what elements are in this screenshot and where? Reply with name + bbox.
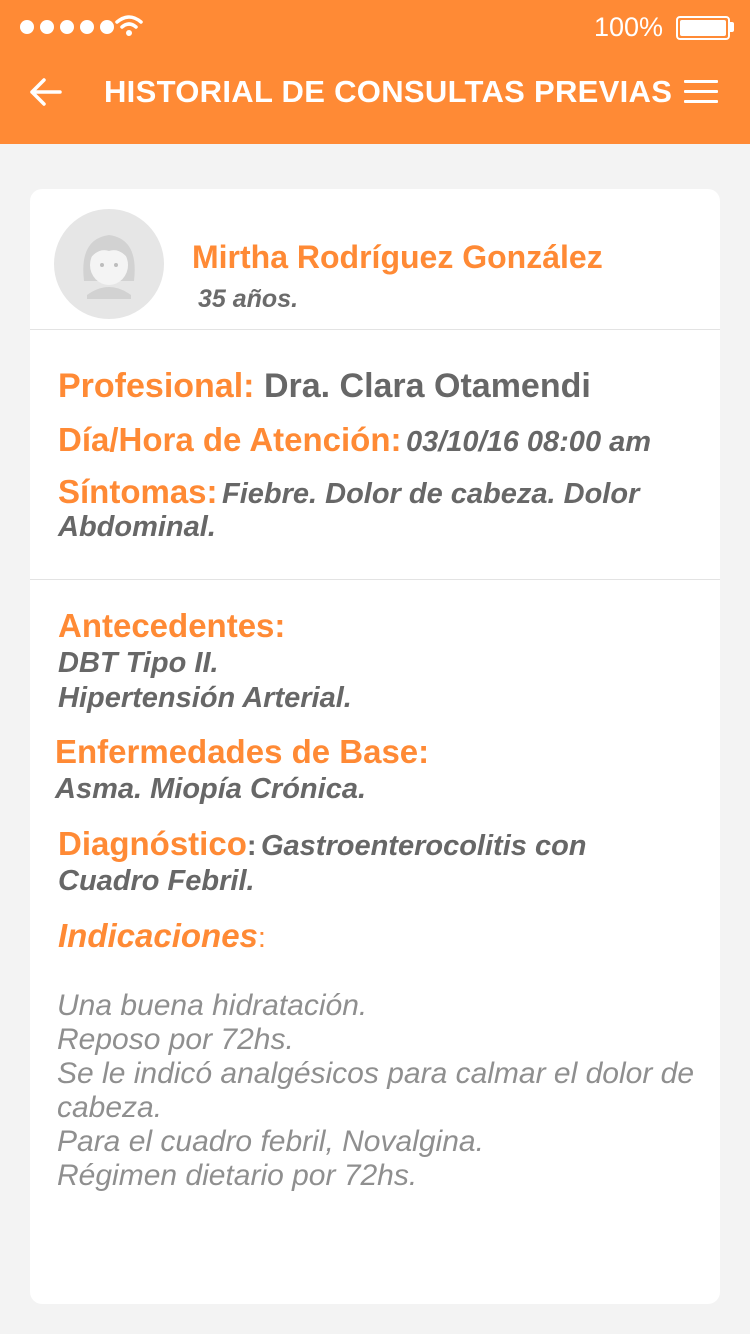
diagnostico-colon: : bbox=[246, 830, 257, 862]
battery-icon bbox=[676, 16, 730, 40]
diagnostico-label: Diagnóstico bbox=[58, 825, 247, 862]
nav-bar: HISTORIAL DE CONSULTAS PREVIAS bbox=[0, 56, 750, 144]
indicacion-item: Régimen dietario por 72hs. bbox=[57, 1159, 418, 1192]
status-bar: 100% bbox=[0, 0, 750, 56]
patient-name: Mirtha Rodríguez González bbox=[192, 239, 603, 275]
diagnostico-value-cont: Cuadro Febril. bbox=[58, 865, 255, 897]
female-avatar-icon bbox=[54, 209, 164, 319]
arrow-left-icon[interactable] bbox=[26, 72, 66, 112]
indicaciones-label: Indicaciones bbox=[58, 917, 258, 954]
symptoms-label: Síntomas: bbox=[58, 473, 218, 510]
enfermedades-label: Enfermedades de Base: bbox=[55, 733, 430, 770]
enfermedades-value: Asma. Miopía Crónica. bbox=[55, 773, 367, 805]
symptoms-value-cont: Abdominal. bbox=[58, 511, 216, 543]
antecedentes-item: DBT Tipo II. bbox=[58, 647, 219, 679]
professional-value: Dra. Clara Otamendi bbox=[263, 367, 591, 405]
datetime-value: 03/10/16 08:00 am bbox=[405, 426, 652, 458]
indicaciones-colon: : bbox=[257, 922, 266, 954]
symptoms-row: Síntomas: Fiebre. Dolor de cabeza. Dolor bbox=[58, 473, 639, 511]
patient-age: 35 años. bbox=[198, 285, 299, 313]
professional-row: Profesional: Dra. Clara Otamendi bbox=[58, 367, 591, 406]
app-header: 100% HISTORIAL DE CONSULTAS PREVIAS bbox=[0, 0, 750, 144]
datetime-row: Día/Hora de Atención: 03/10/16 08:00 am bbox=[58, 421, 651, 459]
diagnostico-row: Diagnóstico: Gastroenterocolitis con bbox=[58, 825, 587, 863]
antecedentes-item: Hipertensión Arterial. bbox=[58, 682, 352, 714]
divider bbox=[30, 329, 720, 330]
battery-tip bbox=[730, 22, 734, 32]
wifi-icon bbox=[115, 15, 143, 36]
indicacion-item: Se le indicó analgésicos para calmar el … bbox=[57, 1057, 695, 1124]
signal-strength-icon bbox=[20, 20, 114, 34]
divider bbox=[30, 579, 720, 580]
indicacion-item: Una buena hidratación. bbox=[57, 989, 368, 1022]
professional-label: Profesional: bbox=[58, 367, 255, 405]
indicaciones-list: Una buena hidratación. Reposo por 72hs. … bbox=[57, 989, 697, 1193]
battery-percent: 100% bbox=[594, 12, 664, 42]
indicaciones-row: Indicaciones: bbox=[58, 917, 266, 955]
hamburger-menu-icon[interactable] bbox=[684, 80, 718, 104]
consultation-card: Mirtha Rodríguez González 35 años. Profe… bbox=[30, 189, 720, 1304]
antecedentes-label: Antecedentes: bbox=[58, 607, 286, 644]
datetime-label: Día/Hora de Atención: bbox=[58, 421, 402, 458]
indicacion-item: Reposo por 72hs. bbox=[57, 1023, 294, 1056]
page-title: HISTORIAL DE CONSULTAS PREVIAS bbox=[104, 74, 673, 109]
symptoms-value: Fiebre. Dolor de cabeza. Dolor bbox=[221, 478, 640, 510]
indicacion-item: Para el cuadro febril, Novalgina. bbox=[57, 1125, 484, 1158]
diagnostico-value: Gastroenterocolitis con bbox=[260, 830, 587, 862]
